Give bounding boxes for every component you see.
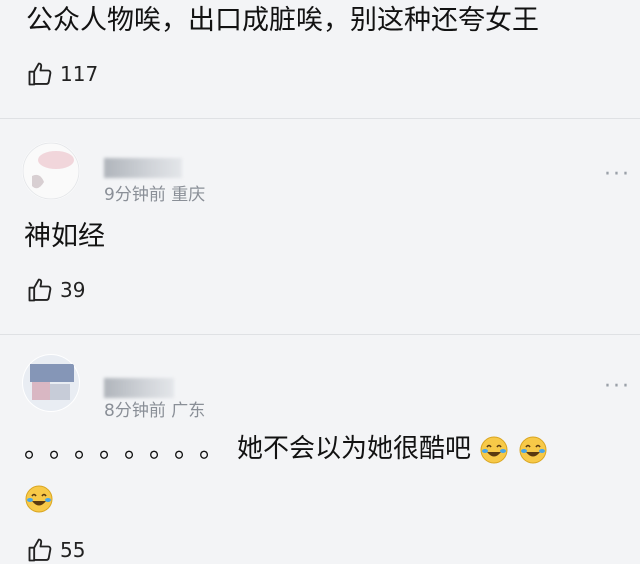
comment-text: 神如经	[24, 221, 105, 252]
thumbs-up-icon	[28, 278, 52, 302]
laughing-tears-emoji-icon	[480, 436, 508, 463]
more-options-icon[interactable]: ···	[604, 376, 631, 398]
like-count: 39	[60, 278, 86, 302]
like-button[interactable]: 117	[26, 60, 98, 88]
like-count: 55	[60, 538, 86, 562]
like-button[interactable]: 55	[26, 536, 85, 564]
divider	[0, 334, 640, 335]
thumbs-up-icon	[28, 538, 52, 562]
comment-text-line: 。。。。。。。。她不会以为她很酷吧	[24, 432, 548, 466]
comment-meta: 8分钟前 广东	[104, 401, 206, 421]
avatar[interactable]	[22, 142, 80, 200]
comment-meta: 9分钟前 重庆	[104, 185, 206, 205]
divider	[0, 118, 640, 119]
username[interactable]	[104, 158, 182, 178]
more-options-icon[interactable]: ···	[604, 164, 631, 186]
like-count: 117	[60, 62, 99, 86]
emoji-line	[24, 484, 54, 514]
username[interactable]	[104, 378, 174, 398]
comment-text: 她不会以为她很酷吧	[237, 434, 472, 464]
like-button[interactable]: 39	[26, 276, 85, 304]
dots: 。。。。。。。。	[24, 434, 238, 464]
laughing-tears-emoji-icon	[25, 485, 53, 513]
avatar[interactable]	[22, 354, 80, 412]
thumbs-up-icon	[28, 62, 52, 86]
laughing-tears-emoji-icon	[519, 436, 547, 463]
comment-text: 公众人物唉，出口成脏唉，别这种还夸女王	[26, 5, 539, 36]
